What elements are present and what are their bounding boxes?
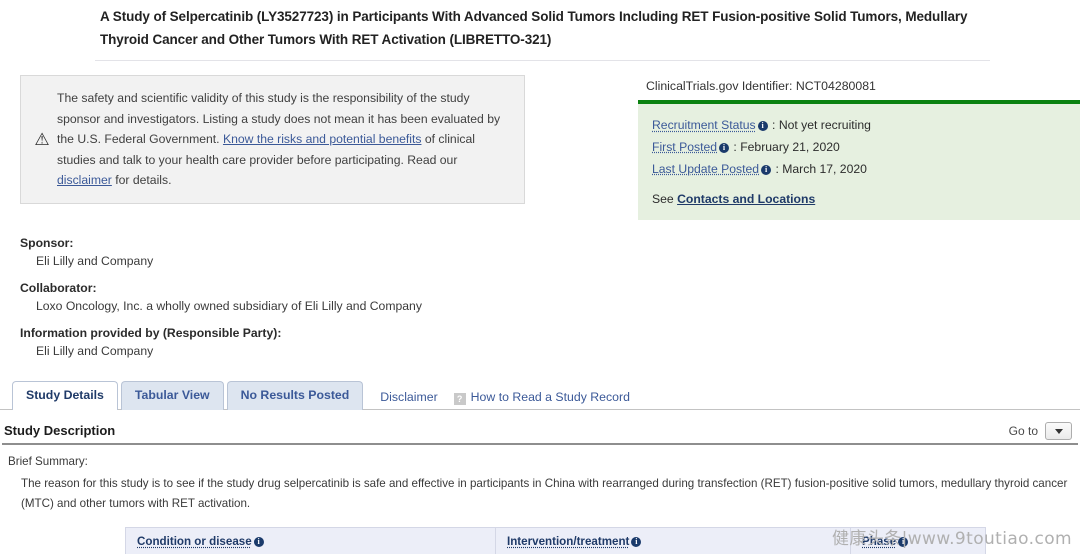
disclaimer-column: ⚠ The safety and scientific validity of … [0, 75, 632, 204]
column-header-phase: Phase i [850, 527, 986, 554]
nct-identifier-label: ClinicalTrials.gov Identifier: [646, 79, 793, 94]
study-record-page: A Study of Selpercatinib (LY3527723) in … [0, 0, 1080, 554]
contacts-locations-row: See Contacts and Locations [652, 192, 1080, 206]
nct-identifier-line: ClinicalTrials.gov Identifier: NCT042800… [638, 75, 1080, 100]
collaborator-heading: Collaborator: [20, 280, 97, 295]
last-update-posted-row: Last Update Posted i : March 17, 2020 [652, 161, 867, 176]
see-prefix: See [652, 191, 678, 206]
tab-tabular-view[interactable]: Tabular View [120, 381, 224, 410]
tab-bar: Study Details Tabular View No Results Po… [0, 381, 1080, 410]
brief-summary-text: The reason for this study is to see if t… [21, 476, 1068, 510]
title-container: A Study of Selpercatinib (LY3527723) in … [0, 0, 1080, 51]
info-icon[interactable]: i [253, 537, 264, 548]
info-icon[interactable]: i [719, 143, 730, 154]
disclaimer-part-3: for details. [111, 173, 172, 188]
first-posted-label[interactable]: First Posted [652, 140, 717, 154]
parties-section: Sponsor: Eli Lilly and Company Collabora… [0, 236, 1080, 358]
recruitment-status-label[interactable]: Recruitment Status [652, 118, 756, 132]
link-disclaimer[interactable]: Disclaimer [380, 390, 437, 404]
study-description-header: Study Description Go to [0, 410, 1080, 443]
disclaimer-text: The safety and scientific validity of th… [57, 88, 510, 191]
nct-identifier-value: NCT04280081 [795, 79, 876, 94]
column-header-condition: Condition or disease i [125, 527, 496, 554]
how-to-read-label: How to Read a Study Record [470, 389, 630, 404]
responsible-party-heading: Information provided by (Responsible Par… [20, 325, 282, 340]
responsible-party-value: Eli Lilly and Company [36, 343, 154, 358]
sponsor-value: Eli Lilly and Company [36, 253, 154, 268]
goto-control: Go to [1008, 421, 1072, 440]
sponsor-heading: Sponsor: [20, 235, 74, 250]
link-how-to-read-study-record[interactable]: ? How to Read a Study Record [453, 389, 630, 405]
title-divider [95, 60, 990, 62]
tab-no-results-posted[interactable]: No Results Posted [226, 381, 364, 410]
disclaimer-link[interactable]: disclaimer [57, 173, 112, 187]
goto-label: Go to [1008, 423, 1038, 438]
status-column: ClinicalTrials.gov Identifier: NCT042800… [632, 75, 1080, 220]
conditions-table: Condition or disease i Intervention/treat… [125, 527, 986, 554]
brief-summary-heading: Brief Summary: [8, 454, 88, 468]
warning-triangle-icon: ⚠ [34, 130, 50, 150]
safety-disclaimer-box: ⚠ The safety and scientific validity of … [20, 75, 525, 204]
recruitment-status-value: Not yet recruiting [778, 118, 871, 133]
conditions-table-wrapper: Condition or disease i Intervention/treat… [125, 527, 986, 554]
question-mark-icon: ? [453, 392, 466, 405]
chevron-down-icon[interactable] [1045, 421, 1072, 440]
column-header-intervention: Intervention/treatment i [495, 527, 851, 554]
brief-summary-section: Brief Summary: The reason for this study… [0, 445, 1080, 514]
info-icon[interactable]: i [761, 164, 772, 175]
top-section: ⚠ The safety and scientific validity of … [0, 75, 1080, 220]
collaborator-value: Loxo Oncology, Inc. a wholly owned subsi… [36, 298, 422, 313]
page-title: A Study of Selpercatinib (LY3527723) in … [100, 9, 968, 48]
tab-study-details[interactable]: Study Details [12, 381, 118, 410]
info-icon[interactable]: i [631, 537, 642, 548]
first-posted-row: First Posted i : February 21, 2020 [652, 140, 840, 155]
know-risks-link[interactable]: Know the risks and potential benefits [223, 132, 422, 146]
recruitment-status-row: Recruitment Status i : Not yet recruiting [652, 118, 871, 133]
section-title: Study Description [4, 423, 116, 439]
first-posted-value: February 21, 2020 [740, 140, 840, 155]
tab-links-group: Disclaimer ? How to Read a Study Record [380, 390, 646, 410]
table-header-row: Condition or disease i Intervention/treat… [125, 527, 986, 554]
recruitment-status-panel: Recruitment Status i : Not yet recruiting… [638, 100, 1080, 220]
last-update-posted-label[interactable]: Last Update Posted [652, 162, 759, 176]
info-icon[interactable]: i [898, 537, 909, 548]
last-update-posted-value: March 17, 2020 [782, 161, 867, 176]
contacts-and-locations-link[interactable]: Contacts and Locations [677, 192, 815, 206]
info-icon[interactable]: i [757, 121, 768, 132]
